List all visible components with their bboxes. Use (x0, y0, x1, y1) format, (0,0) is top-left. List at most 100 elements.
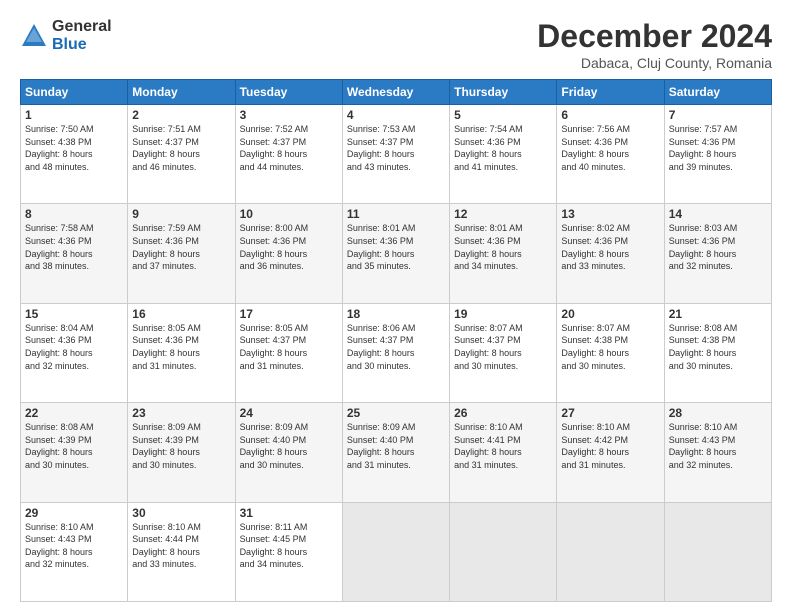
day-number: 11 (347, 207, 445, 221)
day-number: 17 (240, 307, 338, 321)
day-number: 4 (347, 108, 445, 122)
table-row: 22Sunrise: 8:08 AMSunset: 4:39 PMDayligh… (21, 403, 128, 502)
day-info: Sunrise: 8:07 AMSunset: 4:37 PMDaylight:… (454, 322, 552, 372)
logo-icon (20, 22, 48, 50)
table-row: 29Sunrise: 8:10 AMSunset: 4:43 PMDayligh… (21, 502, 128, 601)
table-row: 18Sunrise: 8:06 AMSunset: 4:37 PMDayligh… (342, 303, 449, 402)
day-info: Sunrise: 8:05 AMSunset: 4:37 PMDaylight:… (240, 322, 338, 372)
table-row: 21Sunrise: 8:08 AMSunset: 4:38 PMDayligh… (664, 303, 771, 402)
page: General Blue December 2024 Dabaca, Cluj … (0, 0, 792, 612)
day-info: Sunrise: 7:51 AMSunset: 4:37 PMDaylight:… (132, 123, 230, 173)
day-number: 10 (240, 207, 338, 221)
day-number: 19 (454, 307, 552, 321)
calendar-week-3: 22Sunrise: 8:08 AMSunset: 4:39 PMDayligh… (21, 403, 772, 502)
day-number: 2 (132, 108, 230, 122)
day-number: 26 (454, 406, 552, 420)
location: Dabaca, Cluj County, Romania (537, 55, 772, 71)
day-number: 8 (25, 207, 123, 221)
day-number: 12 (454, 207, 552, 221)
table-row: 16Sunrise: 8:05 AMSunset: 4:36 PMDayligh… (128, 303, 235, 402)
table-row: 11Sunrise: 8:01 AMSunset: 4:36 PMDayligh… (342, 204, 449, 303)
table-row: 23Sunrise: 8:09 AMSunset: 4:39 PMDayligh… (128, 403, 235, 502)
day-info: Sunrise: 8:01 AMSunset: 4:36 PMDaylight:… (454, 222, 552, 272)
day-info: Sunrise: 8:08 AMSunset: 4:39 PMDaylight:… (25, 421, 123, 471)
calendar: Sunday Monday Tuesday Wednesday Thursday… (20, 79, 772, 602)
table-row: 20Sunrise: 8:07 AMSunset: 4:38 PMDayligh… (557, 303, 664, 402)
day-number: 31 (240, 506, 338, 520)
day-info: Sunrise: 8:08 AMSunset: 4:38 PMDaylight:… (669, 322, 767, 372)
table-row (342, 502, 449, 601)
table-row: 31Sunrise: 8:11 AMSunset: 4:45 PMDayligh… (235, 502, 342, 601)
day-number: 21 (669, 307, 767, 321)
table-row: 1Sunrise: 7:50 AMSunset: 4:38 PMDaylight… (21, 105, 128, 204)
calendar-week-0: 1Sunrise: 7:50 AMSunset: 4:38 PMDaylight… (21, 105, 772, 204)
day-info: Sunrise: 8:10 AMSunset: 4:43 PMDaylight:… (25, 521, 123, 571)
title-block: December 2024 Dabaca, Cluj County, Roman… (537, 18, 772, 71)
day-number: 20 (561, 307, 659, 321)
table-row: 10Sunrise: 8:00 AMSunset: 4:36 PMDayligh… (235, 204, 342, 303)
day-info: Sunrise: 8:05 AMSunset: 4:36 PMDaylight:… (132, 322, 230, 372)
table-row: 17Sunrise: 8:05 AMSunset: 4:37 PMDayligh… (235, 303, 342, 402)
day-info: Sunrise: 8:07 AMSunset: 4:38 PMDaylight:… (561, 322, 659, 372)
header-sunday: Sunday (21, 80, 128, 105)
day-info: Sunrise: 7:59 AMSunset: 4:36 PMDaylight:… (132, 222, 230, 272)
logo-general: General (52, 18, 112, 36)
month-title: December 2024 (537, 18, 772, 55)
table-row: 4Sunrise: 7:53 AMSunset: 4:37 PMDaylight… (342, 105, 449, 204)
logo-text: General Blue (52, 18, 112, 53)
table-row: 13Sunrise: 8:02 AMSunset: 4:36 PMDayligh… (557, 204, 664, 303)
day-info: Sunrise: 8:09 AMSunset: 4:40 PMDaylight:… (240, 421, 338, 471)
day-number: 16 (132, 307, 230, 321)
day-info: Sunrise: 7:54 AMSunset: 4:36 PMDaylight:… (454, 123, 552, 173)
table-row: 6Sunrise: 7:56 AMSunset: 4:36 PMDaylight… (557, 105, 664, 204)
table-row: 8Sunrise: 7:58 AMSunset: 4:36 PMDaylight… (21, 204, 128, 303)
day-number: 1 (25, 108, 123, 122)
day-info: Sunrise: 8:09 AMSunset: 4:39 PMDaylight:… (132, 421, 230, 471)
day-info: Sunrise: 8:09 AMSunset: 4:40 PMDaylight:… (347, 421, 445, 471)
table-row (450, 502, 557, 601)
day-number: 6 (561, 108, 659, 122)
calendar-table: Sunday Monday Tuesday Wednesday Thursday… (20, 79, 772, 602)
table-row: 30Sunrise: 8:10 AMSunset: 4:44 PMDayligh… (128, 502, 235, 601)
day-info: Sunrise: 8:04 AMSunset: 4:36 PMDaylight:… (25, 322, 123, 372)
logo: General Blue (20, 18, 112, 53)
day-number: 24 (240, 406, 338, 420)
header-row: Sunday Monday Tuesday Wednesday Thursday… (21, 80, 772, 105)
day-number: 7 (669, 108, 767, 122)
calendar-week-1: 8Sunrise: 7:58 AMSunset: 4:36 PMDaylight… (21, 204, 772, 303)
header: General Blue December 2024 Dabaca, Cluj … (20, 18, 772, 71)
day-info: Sunrise: 7:53 AMSunset: 4:37 PMDaylight:… (347, 123, 445, 173)
table-row: 25Sunrise: 8:09 AMSunset: 4:40 PMDayligh… (342, 403, 449, 502)
day-info: Sunrise: 7:50 AMSunset: 4:38 PMDaylight:… (25, 123, 123, 173)
table-row (664, 502, 771, 601)
day-number: 22 (25, 406, 123, 420)
day-info: Sunrise: 8:02 AMSunset: 4:36 PMDaylight:… (561, 222, 659, 272)
day-info: Sunrise: 8:01 AMSunset: 4:36 PMDaylight:… (347, 222, 445, 272)
table-row: 27Sunrise: 8:10 AMSunset: 4:42 PMDayligh… (557, 403, 664, 502)
day-info: Sunrise: 7:58 AMSunset: 4:36 PMDaylight:… (25, 222, 123, 272)
table-row: 24Sunrise: 8:09 AMSunset: 4:40 PMDayligh… (235, 403, 342, 502)
table-row: 2Sunrise: 7:51 AMSunset: 4:37 PMDaylight… (128, 105, 235, 204)
header-saturday: Saturday (664, 80, 771, 105)
table-row (557, 502, 664, 601)
header-wednesday: Wednesday (342, 80, 449, 105)
day-number: 25 (347, 406, 445, 420)
day-number: 9 (132, 207, 230, 221)
header-friday: Friday (557, 80, 664, 105)
table-row: 14Sunrise: 8:03 AMSunset: 4:36 PMDayligh… (664, 204, 771, 303)
calendar-week-4: 29Sunrise: 8:10 AMSunset: 4:43 PMDayligh… (21, 502, 772, 601)
day-number: 14 (669, 207, 767, 221)
day-info: Sunrise: 8:10 AMSunset: 4:44 PMDaylight:… (132, 521, 230, 571)
day-number: 18 (347, 307, 445, 321)
day-info: Sunrise: 8:11 AMSunset: 4:45 PMDaylight:… (240, 521, 338, 571)
table-row: 15Sunrise: 8:04 AMSunset: 4:36 PMDayligh… (21, 303, 128, 402)
table-row: 9Sunrise: 7:59 AMSunset: 4:36 PMDaylight… (128, 204, 235, 303)
day-number: 29 (25, 506, 123, 520)
day-info: Sunrise: 8:06 AMSunset: 4:37 PMDaylight:… (347, 322, 445, 372)
day-number: 15 (25, 307, 123, 321)
day-info: Sunrise: 8:03 AMSunset: 4:36 PMDaylight:… (669, 222, 767, 272)
day-info: Sunrise: 7:57 AMSunset: 4:36 PMDaylight:… (669, 123, 767, 173)
header-thursday: Thursday (450, 80, 557, 105)
logo-blue: Blue (52, 36, 112, 54)
day-number: 28 (669, 406, 767, 420)
